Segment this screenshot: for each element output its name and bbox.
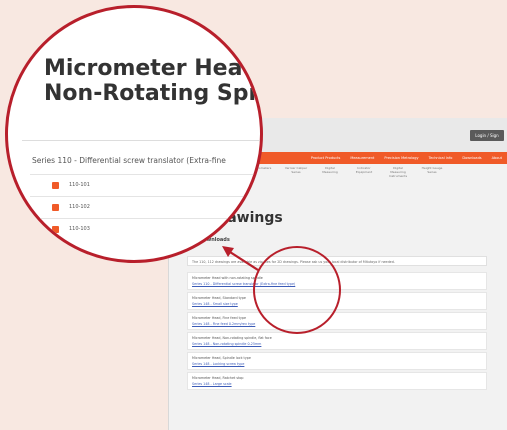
connector-arrow: [222, 246, 259, 271]
stage: Login / Sign Product Products Measuremen…: [0, 0, 507, 430]
highlight-ring: [253, 246, 341, 334]
